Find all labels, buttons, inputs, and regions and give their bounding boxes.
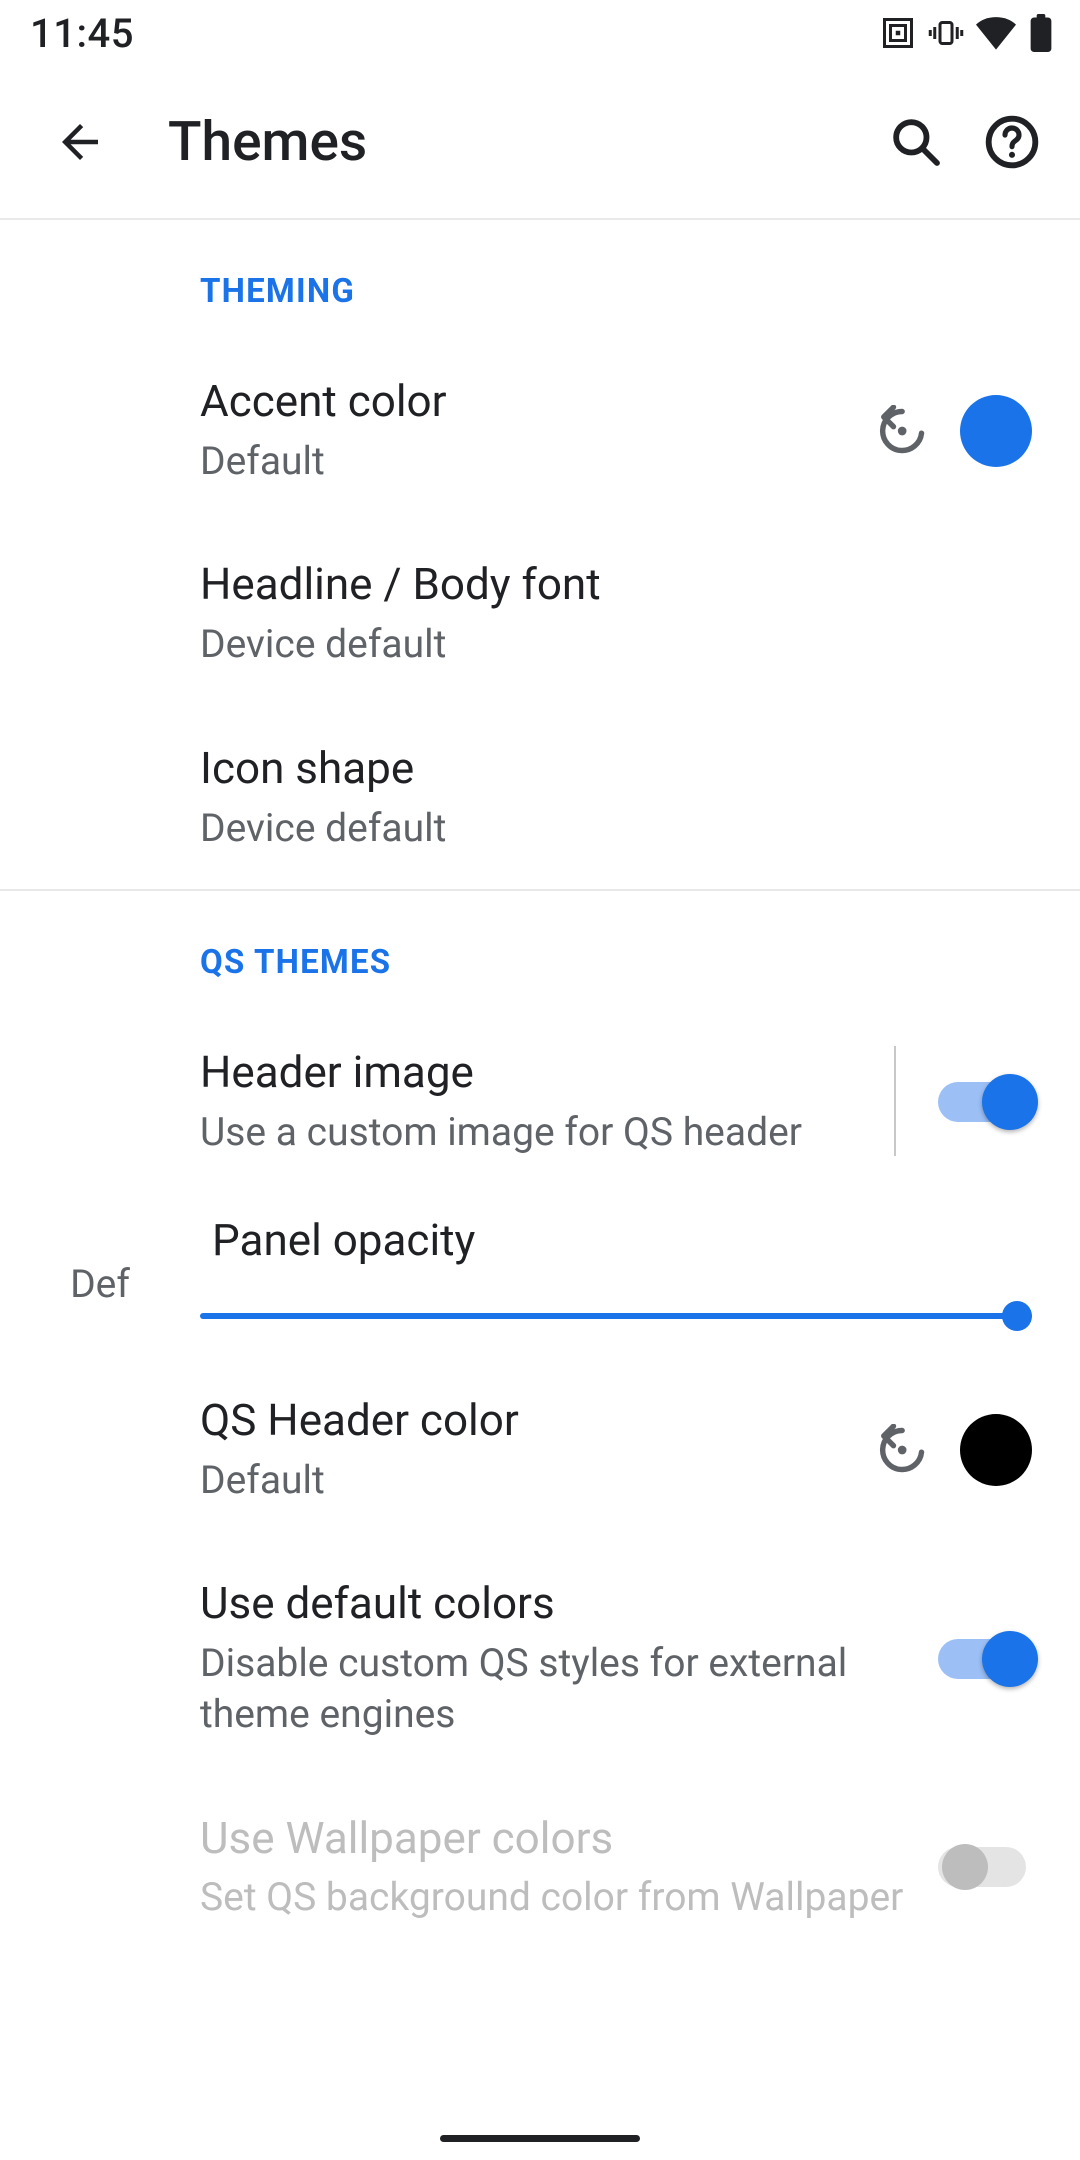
toggle-use-default-colors[interactable]: [938, 1631, 1032, 1687]
pref-title: Accent color: [200, 375, 872, 428]
search-button[interactable]: [872, 98, 960, 186]
nfc-icon: [880, 15, 916, 51]
pref-qs-header-color[interactable]: QS Header color Default: [0, 1358, 1080, 1541]
status-bar: 11:45: [0, 0, 1080, 66]
toggle-header-image[interactable]: [938, 1074, 1032, 1130]
slider-left-label: Def: [0, 1221, 200, 1307]
pref-use-default-colors[interactable]: Use default colors Disable custom QS sty…: [0, 1541, 1080, 1775]
pref-title: Use Wallpaper colors: [200, 1812, 938, 1865]
pref-title: Use default colors: [200, 1577, 938, 1630]
vertical-divider: [894, 1046, 896, 1156]
qs-header-color-swatch[interactable]: [960, 1414, 1032, 1486]
panel-opacity-slider[interactable]: [200, 1298, 1032, 1334]
nav-handle[interactable]: [440, 2135, 640, 2142]
arrow-back-icon: [53, 115, 107, 169]
help-button[interactable]: [968, 98, 1056, 186]
status-time: 11:45: [30, 10, 134, 57]
slider-thumb[interactable]: [1002, 1301, 1032, 1331]
vibrate-icon: [928, 15, 964, 51]
battery-icon: [1028, 14, 1054, 52]
pref-accent-color[interactable]: Accent color Default: [0, 339, 1080, 522]
pref-summary: Disable custom QS styles for external th…: [200, 1638, 938, 1739]
reset-qs-header-color-button[interactable]: [872, 1422, 928, 1478]
help-icon: [984, 114, 1040, 170]
settings-content[interactable]: THEMING Accent color Default Headline / …: [0, 220, 1080, 1959]
toggle-use-wallpaper-colors: [938, 1839, 1032, 1895]
pref-use-wallpaper-colors: Use Wallpaper colors Set QS background c…: [0, 1776, 1080, 1959]
pref-title: Panel opacity: [200, 1214, 1032, 1266]
pref-icon-shape[interactable]: Icon shape Device default: [0, 706, 1080, 889]
status-icons: [880, 14, 1054, 52]
search-icon: [888, 114, 944, 170]
pref-summary: Set QS background color from Wallpaper: [200, 1872, 938, 1923]
pref-panel-opacity[interactable]: Def Panel opacity: [0, 1194, 1080, 1358]
reset-accent-color-button[interactable]: [872, 403, 928, 459]
page-title: Themes: [168, 110, 864, 174]
pref-title: QS Header color: [200, 1394, 872, 1447]
pref-summary: Default: [200, 1455, 872, 1506]
section-header-theming: THEMING: [0, 220, 1080, 339]
pref-header-image[interactable]: Header image Use a custom image for QS h…: [0, 1010, 1080, 1193]
app-bar: Themes: [0, 66, 1080, 220]
pref-summary: Use a custom image for QS header: [200, 1107, 894, 1158]
wifi-icon: [976, 15, 1016, 51]
pref-summary: Device default: [200, 619, 1032, 670]
restore-icon: [874, 405, 926, 457]
pref-summary: Device default: [200, 803, 1032, 854]
pref-title: Icon shape: [200, 742, 1032, 795]
section-header-qs-themes: QS THEMES: [0, 891, 1080, 1010]
pref-summary: Default: [200, 436, 872, 487]
pref-font[interactable]: Headline / Body font Device default: [0, 522, 1080, 705]
pref-title: Headline / Body font: [200, 558, 1032, 611]
pref-title: Header image: [200, 1046, 894, 1099]
accent-color-swatch[interactable]: [960, 395, 1032, 467]
back-button[interactable]: [40, 102, 120, 182]
restore-icon: [874, 1424, 926, 1476]
